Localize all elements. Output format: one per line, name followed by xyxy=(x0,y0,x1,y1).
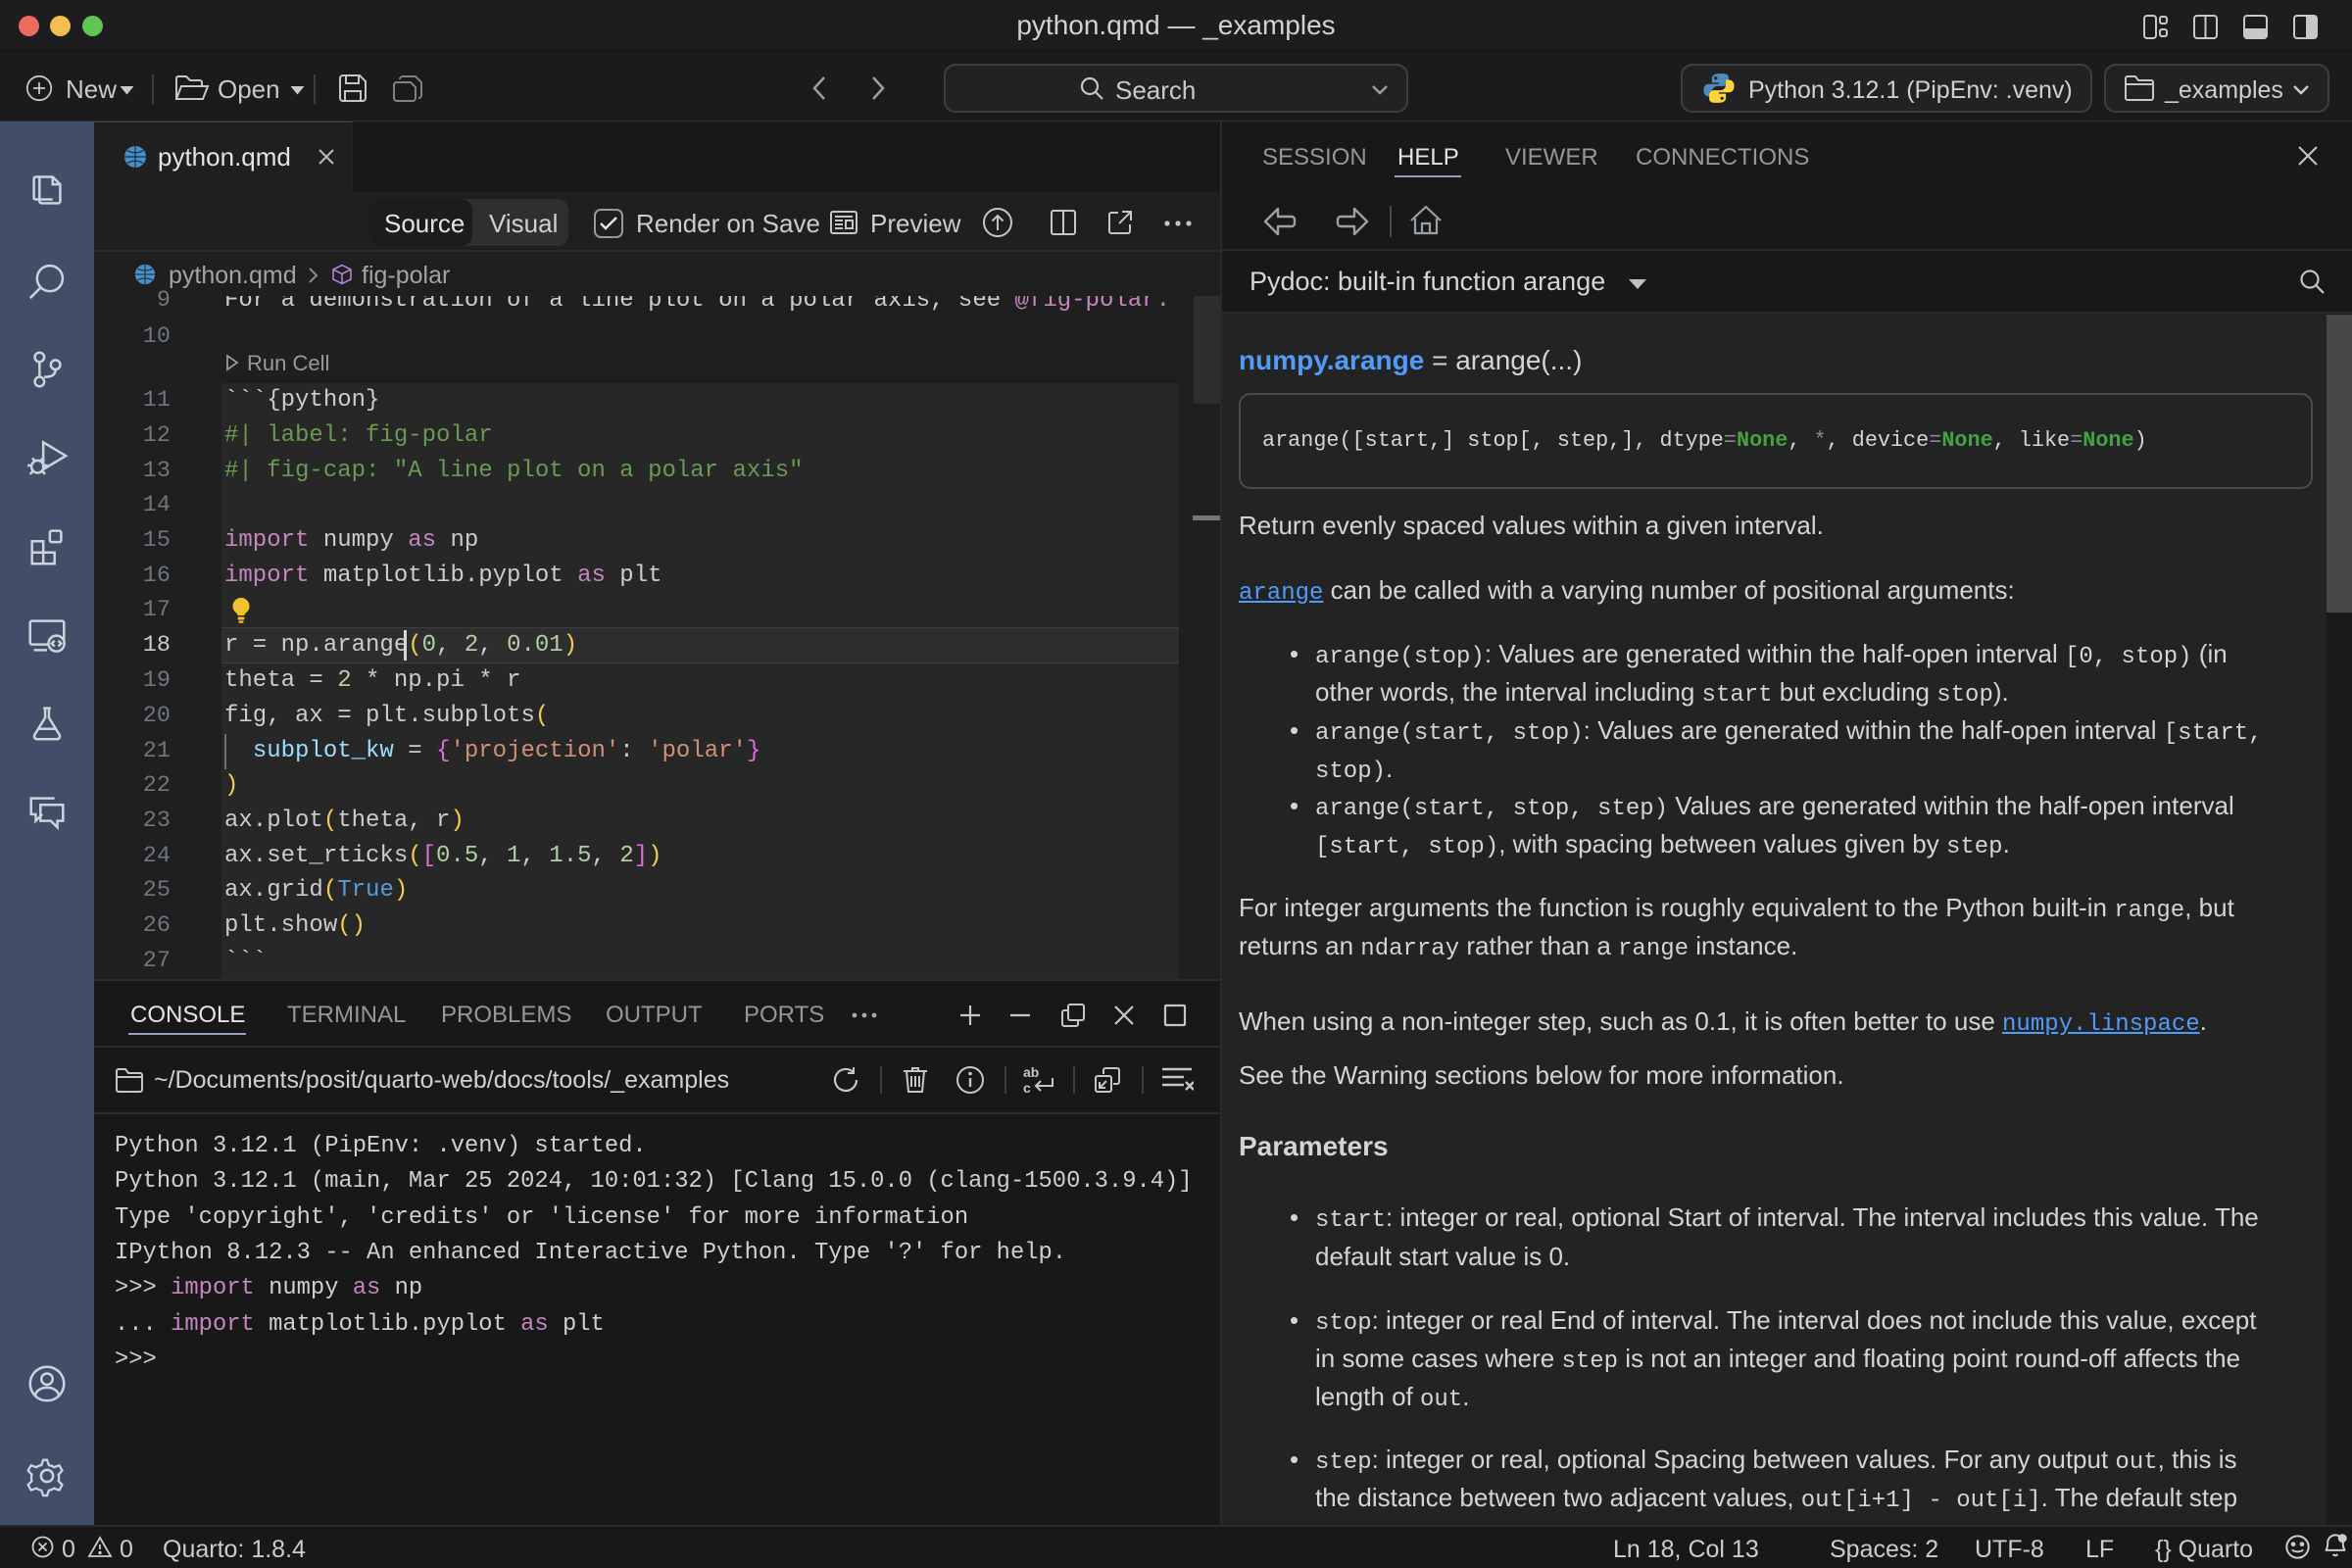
svg-text:c: c xyxy=(1023,1080,1031,1096)
svg-text:ab: ab xyxy=(1023,1064,1039,1080)
